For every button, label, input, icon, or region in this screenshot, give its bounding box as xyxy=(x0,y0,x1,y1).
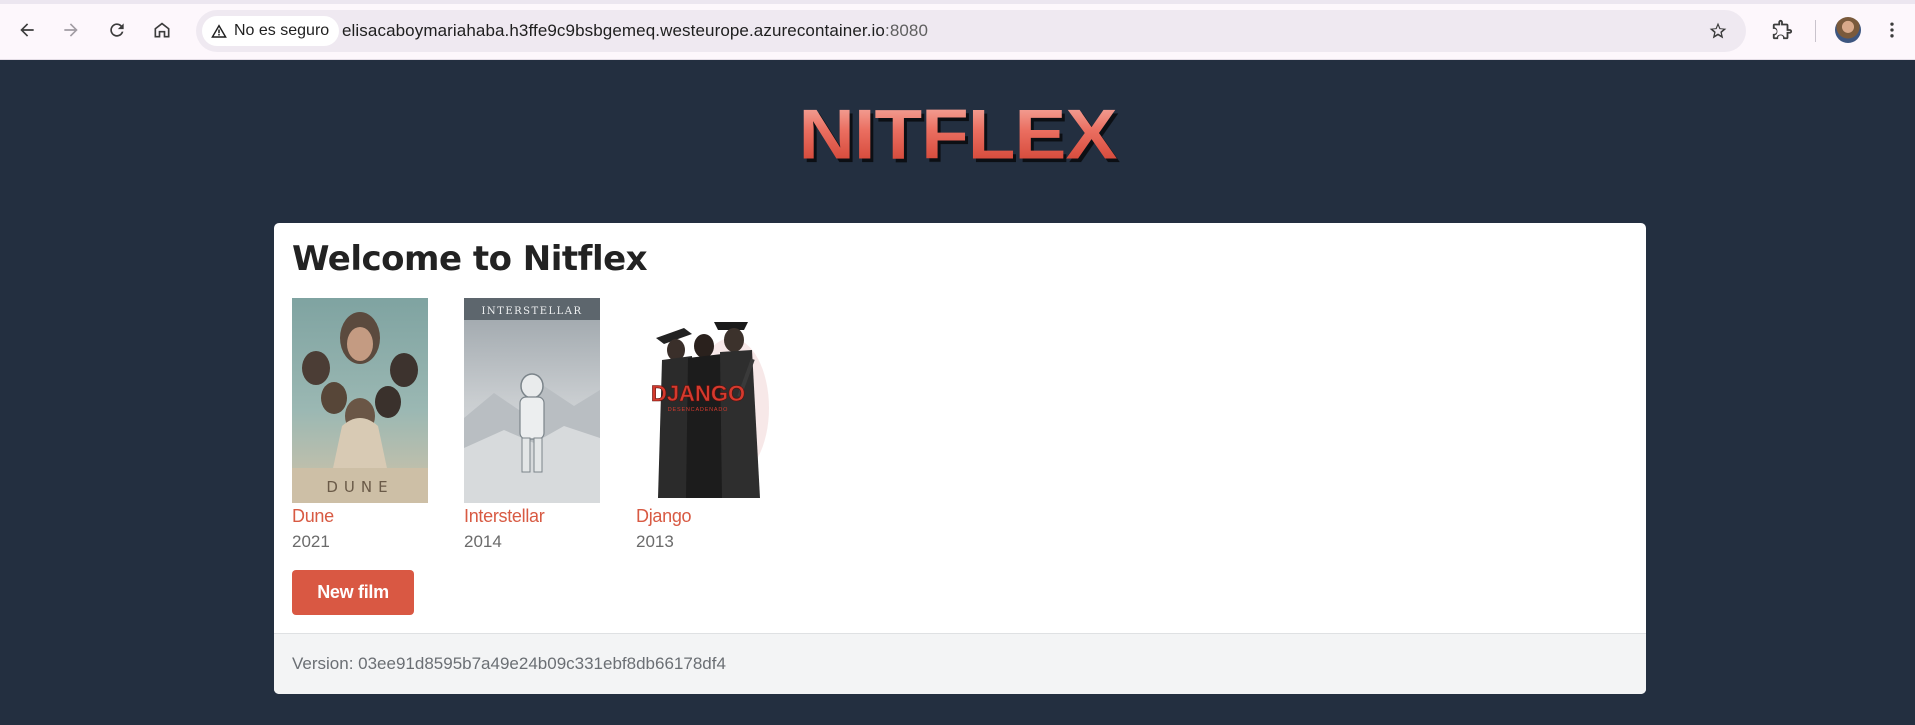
address-bar[interactable]: No es seguro elisacaboymariahaba.h3ffe9c… xyxy=(196,10,1746,52)
dune-poster-title: DUNE xyxy=(326,478,393,496)
film-year: 2021 xyxy=(292,532,330,551)
url-host: elisacaboymariahaba.h3ffe9c9bsbgemeq.wes… xyxy=(342,21,885,40)
profile-avatar[interactable] xyxy=(1835,17,1861,43)
star-icon xyxy=(1709,22,1727,39)
film-title-link[interactable]: Dune xyxy=(292,506,432,527)
extensions-button[interactable] xyxy=(1766,14,1798,46)
film-title-link[interactable]: Interstellar xyxy=(464,506,604,527)
more-vert-icon xyxy=(1890,22,1894,38)
main-card: Welcome to Nitflex DUNE Dune 2021 INTERS… xyxy=(274,223,1646,694)
security-label: No es seguro xyxy=(234,22,330,39)
film-title-link[interactable]: Django xyxy=(636,506,776,527)
page-title: Welcome to Nitflex xyxy=(292,239,648,279)
film-year: 2014 xyxy=(464,532,502,551)
site-logo[interactable]: NITFLEX xyxy=(0,98,1915,170)
arrow-right-icon xyxy=(64,23,78,37)
bookmark-button[interactable] xyxy=(1702,15,1734,47)
new-film-button[interactable]: New film xyxy=(292,570,414,615)
reload-icon xyxy=(110,23,124,37)
warning-icon xyxy=(211,24,227,38)
security-chip[interactable]: No es seguro xyxy=(202,16,340,46)
home-icon xyxy=(154,22,170,38)
browser-toolbar: No es seguro elisacaboymariahaba.h3ffe9c… xyxy=(0,0,1915,60)
film-year: 2013 xyxy=(636,532,674,551)
interstellar-poster-title: INTERSTELLAR xyxy=(481,306,582,317)
home-button[interactable] xyxy=(146,14,178,46)
forward-button[interactable] xyxy=(55,14,87,46)
card-footer: Version: 03ee91d8595b7a49e24b09c331ebf8d… xyxy=(274,633,1646,694)
toolbar-divider xyxy=(1815,20,1816,42)
reload-button[interactable] xyxy=(101,14,133,46)
django-poster-subtitle: DESENCADENADO xyxy=(668,407,729,413)
back-button[interactable] xyxy=(11,14,43,46)
film-poster-dune[interactable]: DUNE xyxy=(292,298,428,503)
film-card-interstellar: INTERSTELLAR Interstellar 2014 xyxy=(464,298,604,552)
url-port: :8080 xyxy=(885,21,929,40)
browser-menu-button[interactable] xyxy=(1876,14,1908,46)
film-card-dune: DUNE Dune 2021 xyxy=(292,298,432,552)
film-card-django: DJANGO DESENCADENADO Django 2013 xyxy=(636,298,776,552)
puzzle-icon xyxy=(1772,19,1793,40)
film-poster-django[interactable]: DJANGO DESENCADENADO xyxy=(636,298,772,503)
version-text: Version: 03ee91d8595b7a49e24b09c331ebf8d… xyxy=(292,654,726,673)
arrow-left-icon xyxy=(20,23,34,37)
django-poster-title: DJANGO xyxy=(651,381,745,406)
film-poster-interstellar[interactable]: INTERSTELLAR xyxy=(464,298,600,503)
tab-strip xyxy=(0,0,1915,4)
url-text[interactable]: elisacaboymariahaba.h3ffe9c9bsbgemeq.wes… xyxy=(342,21,928,41)
